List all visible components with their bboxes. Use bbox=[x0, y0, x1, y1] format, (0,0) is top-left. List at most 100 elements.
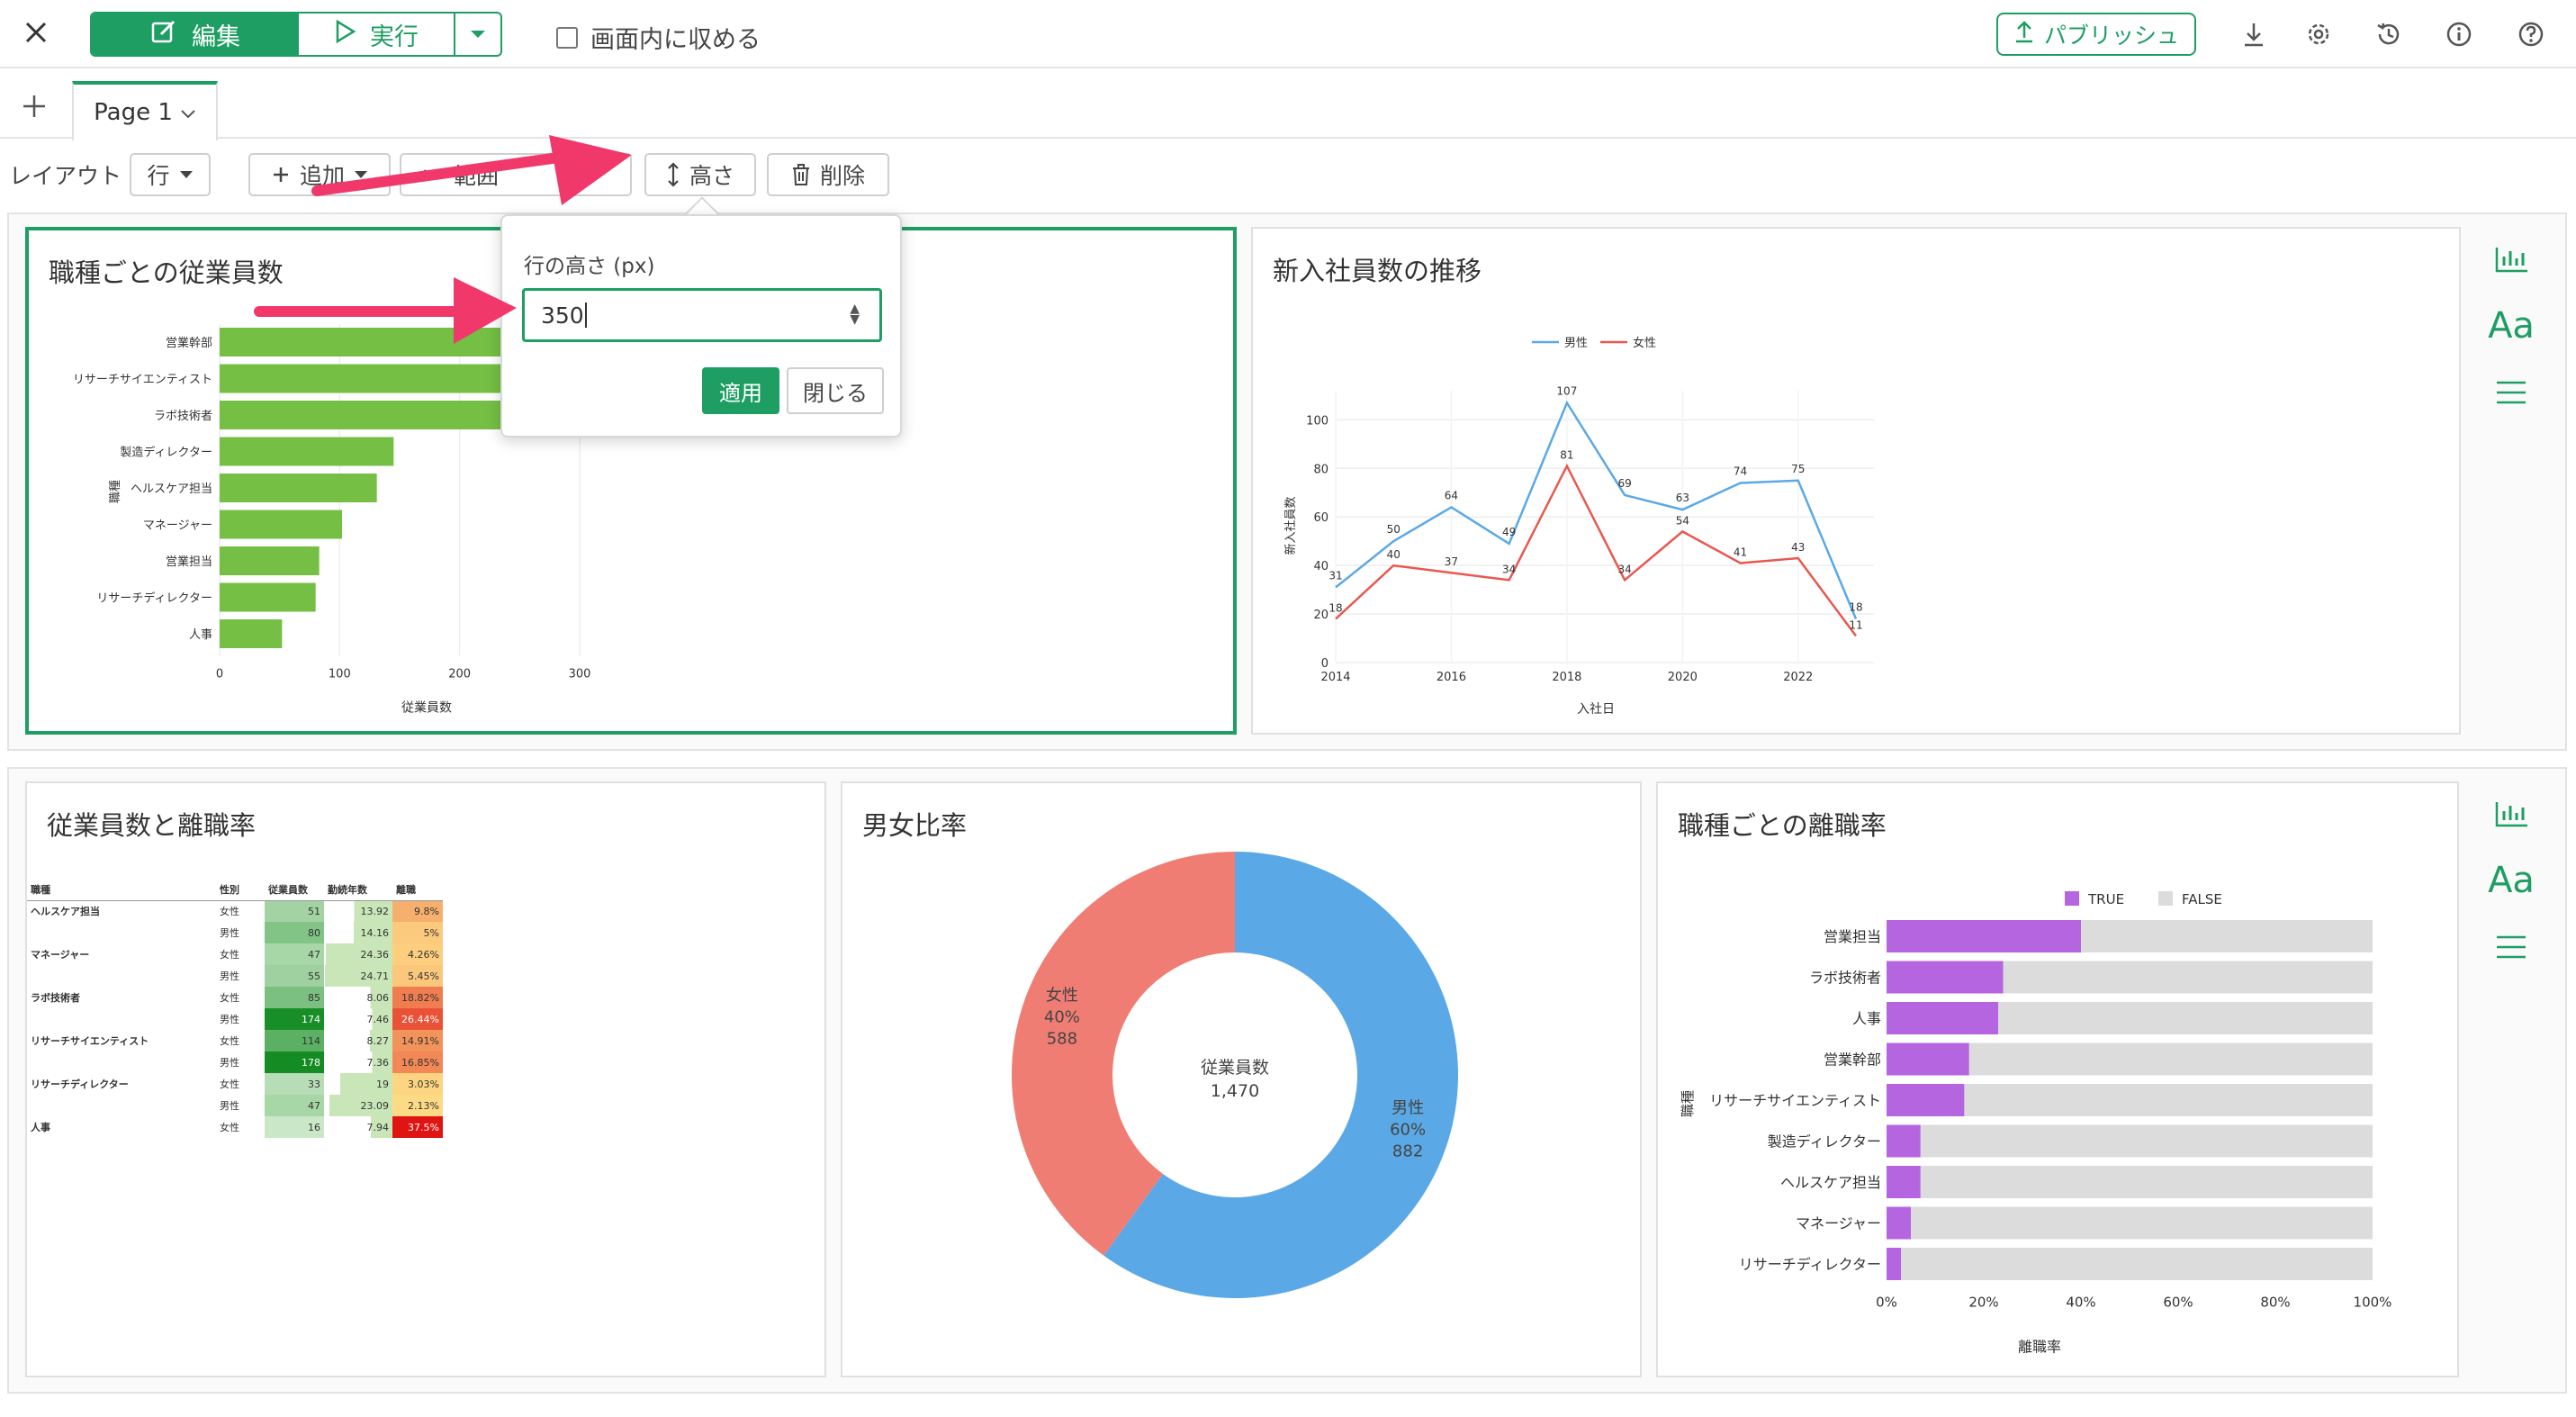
bar-true bbox=[1887, 1248, 1902, 1280]
data-label: 40 bbox=[1387, 548, 1401, 561]
row-select[interactable]: 行 bbox=[130, 153, 211, 196]
y-tick-label: リサーチサイエンティスト bbox=[1709, 1092, 1881, 1109]
bar bbox=[220, 510, 342, 539]
chart-card-turnover-by-job[interactable]: 職種ごとの離職率 0% 20% 40% 60% 80% 100% TRUE FALSE 営業担当… bbox=[1656, 781, 2459, 1377]
chart-card-gender-ratio[interactable]: 男女比率 男性 60% 882 女性 40% 588 従業員数 1,470 bbox=[841, 781, 1642, 1377]
table-cell: 女性 bbox=[220, 1079, 239, 1090]
table-row: リサーチディレクター 女性 33 19 3.03% bbox=[27, 1073, 443, 1095]
chart-card-new-hires-trend[interactable]: 新入社員数の推移 0 20 40 60 80 100 2014 2016 2018 2020 202… bbox=[1251, 227, 2461, 735]
center-value: 1,470 bbox=[1211, 1081, 1259, 1101]
slice-value: 588 bbox=[1047, 1030, 1077, 1049]
table-cell: 男性 bbox=[220, 927, 239, 939]
download-icon[interactable] bbox=[2236, 16, 2272, 52]
row-height-label: 行の高さ (px) bbox=[524, 255, 655, 278]
number-stepper-icon[interactable]: ▲ ▼ bbox=[850, 302, 860, 326]
bar bbox=[220, 474, 377, 502]
add-button[interactable]: 追加 bbox=[248, 153, 391, 196]
run-label: 実行 bbox=[370, 23, 419, 51]
table-cell: リサーチディレクター bbox=[31, 1079, 129, 1090]
y-tick-label: マネージャー bbox=[1796, 1215, 1881, 1232]
x-tick-label: 300 bbox=[569, 668, 591, 681]
slice-label: 女性 bbox=[1046, 987, 1078, 1006]
x-axis-label: 入社日 bbox=[1577, 702, 1615, 717]
x-tick-label: 80% bbox=[2260, 1295, 2290, 1311]
legend-swatch bbox=[2158, 891, 2173, 906]
bar-chart-icon[interactable] bbox=[2484, 787, 2538, 841]
history-icon[interactable] bbox=[2371, 16, 2407, 52]
data-label: 18 bbox=[1329, 601, 1342, 614]
text-icon[interactable]: Aa bbox=[2484, 299, 2538, 353]
slice-percent: 40% bbox=[1044, 1008, 1080, 1027]
close-icon[interactable] bbox=[18, 14, 54, 50]
close-popup-button[interactable]: 閉じる bbox=[787, 367, 884, 414]
table-cell: リサーチサイエンティスト bbox=[31, 1035, 149, 1047]
bar-false bbox=[1901, 1248, 2373, 1280]
column-header: 従業員数 bbox=[265, 879, 324, 901]
bar-true bbox=[1887, 1124, 1921, 1158]
text-icon[interactable]: Aa bbox=[2484, 853, 2538, 907]
y-tick-label: 製造ディレクター bbox=[1768, 1133, 1881, 1151]
table-cell: 47 bbox=[265, 1095, 324, 1116]
info-icon[interactable] bbox=[2441, 16, 2477, 52]
tab-page-1[interactable]: Page 1 bbox=[72, 81, 218, 140]
table-cell bbox=[27, 1008, 216, 1030]
gear-icon[interactable] bbox=[2301, 16, 2337, 52]
y-axis-label: 職種 bbox=[1680, 1090, 1696, 1117]
table-row: マネージャー 女性 47 24.36 4.26% bbox=[27, 943, 443, 965]
height-button[interactable]: 高さ bbox=[644, 153, 756, 196]
fit-to-screen-checkbox[interactable]: 画面内に収める bbox=[556, 20, 761, 55]
menu-icon[interactable] bbox=[2484, 366, 2538, 420]
table-cell bbox=[27, 1095, 216, 1116]
publish-button[interactable]: パブリッシュ bbox=[1996, 13, 2196, 56]
bar-false bbox=[1998, 1002, 2373, 1034]
trash-icon bbox=[792, 164, 809, 185]
menu-icon[interactable] bbox=[2484, 920, 2538, 974]
range-button[interactable]: 範囲 bbox=[400, 153, 632, 196]
apply-button[interactable]: 適用 bbox=[702, 367, 779, 414]
table-cell: 80 bbox=[265, 922, 324, 943]
chevron-down-icon bbox=[179, 171, 193, 178]
row-height-popup: 行の高さ (px) 350 ▲ ▼ 適用 閉じる bbox=[500, 214, 902, 438]
x-tick-label: 2016 bbox=[1437, 671, 1466, 684]
table-cell: 55 bbox=[265, 965, 324, 987]
legend-label: TRUE bbox=[2087, 891, 2124, 907]
table-cell: 85 bbox=[265, 987, 324, 1008]
table-cell: 女性 bbox=[220, 1035, 239, 1047]
chevron-down-icon[interactable] bbox=[180, 99, 196, 126]
help-icon[interactable] bbox=[2513, 16, 2549, 52]
table-row: 人事 女性 16 7.94 37.5% bbox=[27, 1116, 443, 1138]
table-cell: 13.92 bbox=[324, 900, 392, 922]
chevron-down-icon[interactable] bbox=[455, 14, 500, 55]
chevron-down-icon bbox=[355, 171, 367, 178]
row-1-side-tools: Aa bbox=[2484, 232, 2538, 432]
checkbox-box[interactable] bbox=[556, 26, 578, 49]
bar-true bbox=[1887, 1002, 1999, 1034]
page-tab-bar: Page 1 bbox=[0, 70, 2576, 140]
row-select-value: 行 bbox=[147, 163, 170, 189]
column-header: 職種 bbox=[27, 879, 216, 901]
y-axis-label: 職種 bbox=[108, 480, 122, 503]
bar-chart-icon[interactable] bbox=[2484, 232, 2538, 286]
table-row: 男性 47 23.09 2.13% bbox=[27, 1095, 443, 1116]
table-cell: 23.09 bbox=[324, 1095, 392, 1116]
y-tick-label: ラボ技術者 bbox=[1809, 970, 1881, 987]
table-cell: 7.94 bbox=[324, 1116, 392, 1138]
run-mode-button[interactable]: 実行 bbox=[299, 14, 455, 55]
bar-true bbox=[1887, 1206, 1911, 1240]
x-tick-label: 2022 bbox=[1783, 671, 1813, 684]
add-page-button[interactable] bbox=[16, 88, 52, 124]
delete-button[interactable]: 削除 bbox=[767, 153, 889, 196]
table-cell: 14.91% bbox=[392, 1030, 443, 1051]
data-label: 63 bbox=[1676, 492, 1689, 504]
table-header-row: 職種 性別 従業員数 勤続年数 離職 bbox=[27, 879, 443, 901]
table-cell: マネージャー bbox=[31, 949, 90, 961]
edit-mode-button[interactable]: 編集 bbox=[92, 14, 299, 55]
row-height-input[interactable]: 350 ▲ ▼ bbox=[522, 288, 882, 342]
y-tick-label: ヘルスケア担当 bbox=[1780, 1174, 1881, 1191]
bar bbox=[220, 437, 394, 466]
edit-label: 編集 bbox=[192, 23, 240, 51]
heatmap-table: 職種 性別 従業員数 勤続年数 離職 ヘルスケア担当 女性 51 13.92 9.8% 男… bbox=[27, 879, 443, 1138]
bar-true bbox=[1887, 1084, 1965, 1116]
line-chart: 0 20 40 60 80 100 2014 2016 2018 2020 2022 入社日 新入社員数… bbox=[1283, 336, 1874, 717]
bar-true bbox=[1887, 1166, 1921, 1198]
